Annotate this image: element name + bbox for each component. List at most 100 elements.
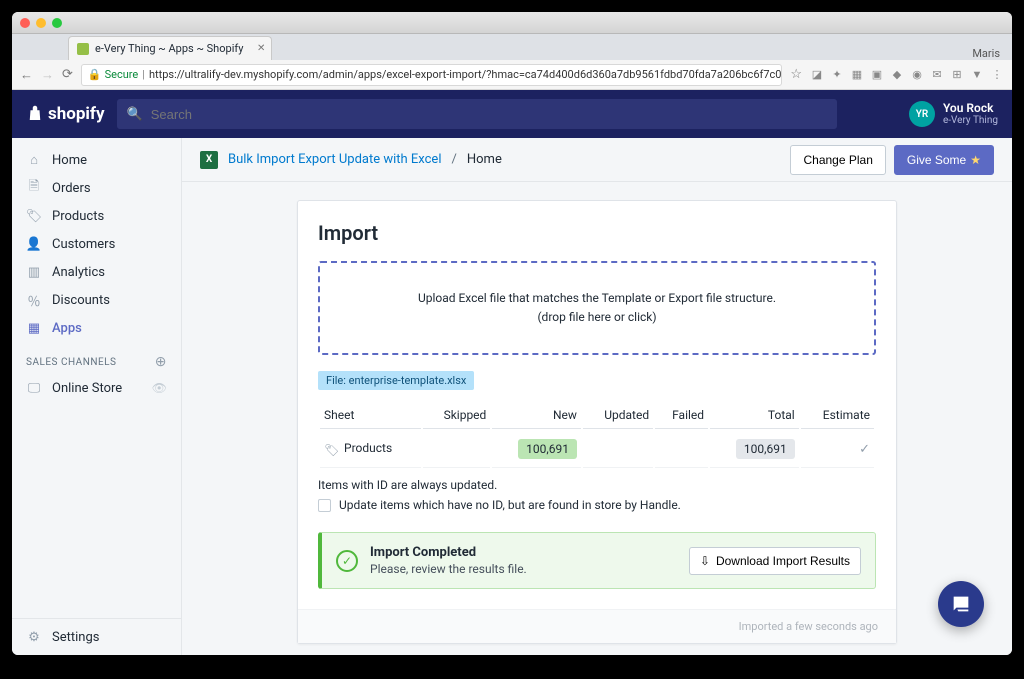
customers-icon: 👤 [26, 236, 42, 252]
window-titlebar [12, 12, 1012, 34]
channels-heading: SALES CHANNELS⊕ [12, 342, 181, 374]
menu-icon[interactable]: ⋮ [990, 68, 1004, 81]
ext-icon[interactable]: ▦ [850, 68, 864, 81]
shopify-logo[interactable]: shopify [26, 104, 105, 124]
tag-icon: 🏷 [26, 208, 42, 224]
breadcrumb-app[interactable]: Bulk Import Export Update with Excel [228, 152, 441, 167]
sidebar-item-home[interactable]: ⌂Home [12, 146, 181, 174]
import-results-table: Sheet Skipped New Updated Failed Total E… [318, 400, 876, 470]
browser-tabbar: e-Very Thing ~ Apps ~ Shopify ✕ Maris [12, 34, 1012, 60]
sidebar-item-label: Settings [52, 630, 99, 645]
sidebar-item-customers[interactable]: 👤 Customers [12, 230, 181, 258]
breadcrumb-current: Home [467, 152, 502, 167]
checkbox-icon[interactable] [318, 499, 331, 512]
import-card: Import Upload Excel file that matches th… [297, 200, 897, 644]
browser-addressbar: ← → ⟳ 🔒Secure | https://ultralify-dev.my… [12, 60, 1012, 90]
user-name: You Rock [943, 102, 998, 115]
sidebar-item-label: Products [52, 209, 104, 224]
give-some-button[interactable]: Give Some★ [894, 145, 994, 175]
sidebar-item-label: Orders [52, 181, 91, 196]
sidebar-item-label: Customers [52, 237, 115, 252]
minimize-window-icon[interactable] [36, 18, 46, 28]
user-menu[interactable]: YR You Rock e-Very Thing [909, 101, 998, 127]
sidebar-item-apps[interactable]: ▦ Apps [12, 314, 181, 342]
chat-widget-button[interactable] [938, 581, 984, 627]
excel-app-icon [200, 151, 218, 169]
search-icon: 🔍 [127, 107, 143, 122]
user-info: You Rock e-Very Thing [943, 102, 998, 126]
tab-title: e-Very Thing ~ Apps ~ Shopify [95, 42, 243, 55]
sidebar-item-online-store[interactable]: 🖵 Online Store 👁 [12, 374, 181, 402]
import-timestamp: Imported a few seconds ago [298, 609, 896, 643]
update-by-handle-row[interactable]: Update items which have no ID, but are f… [318, 492, 876, 518]
apps-icon: ▦ [26, 320, 42, 336]
col-total: Total [710, 402, 799, 429]
change-plan-button[interactable]: Change Plan [790, 145, 885, 175]
sidebar-item-settings[interactable]: ⚙ Settings [12, 618, 181, 655]
star-icon: ★ [970, 153, 981, 167]
page-header: Bulk Import Export Update with Excel / H… [182, 138, 1012, 182]
ext-icon[interactable]: ✉ [930, 68, 944, 81]
ext-icon[interactable]: ⊞ [950, 68, 964, 81]
download-results-button[interactable]: ⇩Download Import Results [689, 547, 861, 575]
maximize-window-icon[interactable] [52, 18, 62, 28]
shopify-topbar: shopify 🔍 YR You Rock e-Very Thing [12, 90, 1012, 138]
add-channel-icon[interactable]: ⊕ [155, 354, 167, 370]
forward-icon[interactable]: → [41, 67, 54, 83]
favicon-icon [77, 43, 89, 55]
sidebar-item-orders[interactable]: 🗎 Orders [12, 174, 181, 202]
back-icon[interactable]: ← [20, 67, 33, 83]
ext-icon[interactable]: ▼ [970, 68, 984, 81]
discounts-icon: ％ [26, 292, 42, 308]
close-window-icon[interactable] [20, 18, 30, 28]
ext-icon[interactable]: ✦ [830, 68, 844, 81]
sidebar-item-products[interactable]: 🏷 Products [12, 202, 181, 230]
tag-icon: 🏷 [324, 443, 338, 457]
import-completed-sub: Please, review the results file. [370, 562, 527, 576]
import-completed-title: Import Completed [370, 545, 476, 560]
url-box[interactable]: 🔒Secure | https://ultralify-dev.myshopif… [81, 64, 782, 86]
ext-icon[interactable]: ◪ [810, 68, 824, 81]
ext-icon[interactable]: ◆ [890, 68, 904, 81]
row-new: 100,691 [518, 439, 577, 459]
ext-icon[interactable]: ▣ [870, 68, 884, 81]
preview-icon[interactable]: 👁 [152, 381, 167, 395]
col-sheet: Sheet [320, 402, 421, 429]
dropzone-text: Upload Excel file that matches the Templ… [346, 289, 848, 308]
check-icon: ✓ [859, 442, 870, 457]
global-search[interactable]: 🔍 [117, 99, 837, 129]
col-failed: Failed [655, 402, 708, 429]
sidebar-item-label: Online Store [52, 381, 122, 396]
col-estimate: Estimate [801, 402, 874, 429]
sidebar-item-label: Discounts [52, 293, 110, 308]
extension-icons: ◪ ✦ ▦ ▣ ◆ ◉ ✉ ⊞ ▼ ⋮ [810, 68, 1004, 81]
upload-dropzone[interactable]: Upload Excel file that matches the Templ… [318, 261, 876, 355]
sidebar-item-discounts[interactable]: ％ Discounts [12, 286, 181, 314]
row-sheet: Products [344, 441, 392, 455]
gear-icon: ⚙ [26, 629, 42, 645]
sidebar-item-analytics[interactable]: ▥ Analytics [12, 258, 181, 286]
browser-tab[interactable]: e-Very Thing ~ Apps ~ Shopify ✕ [68, 36, 272, 60]
shopify-bag-icon [26, 105, 44, 123]
analytics-icon: ▥ [26, 264, 42, 280]
orders-icon: 🗎 [26, 180, 42, 196]
url-text: https://ultralify-dev.myshopify.com/admi… [149, 68, 782, 81]
traffic-lights[interactable] [20, 18, 62, 28]
reload-icon[interactable]: ⟳ [62, 67, 73, 82]
import-completed-banner: ✓ Import Completed Please, review the re… [318, 532, 876, 589]
avatar: YR [909, 101, 935, 127]
store-name: e-Very Thing [943, 115, 998, 126]
update-by-handle-label: Update items which have no ID, but are f… [339, 498, 681, 512]
lock-icon: 🔒 [88, 68, 102, 81]
star-icon[interactable]: ☆ [790, 67, 802, 82]
ext-icon[interactable]: ◉ [910, 68, 924, 81]
app-frame: shopify 🔍 YR You Rock e-Very Thing ⌂Home… [12, 90, 1012, 655]
success-icon: ✓ [336, 550, 358, 572]
sidebar-item-label: Analytics [52, 265, 105, 280]
import-title: Import [318, 221, 876, 245]
sidebar-item-label: Apps [52, 321, 82, 336]
uploaded-file-pill: File: enterprise-template.xlsx [318, 371, 474, 390]
search-input[interactable] [151, 107, 827, 122]
store-icon: 🖵 [26, 380, 42, 396]
close-tab-icon[interactable]: ✕ [257, 43, 265, 54]
